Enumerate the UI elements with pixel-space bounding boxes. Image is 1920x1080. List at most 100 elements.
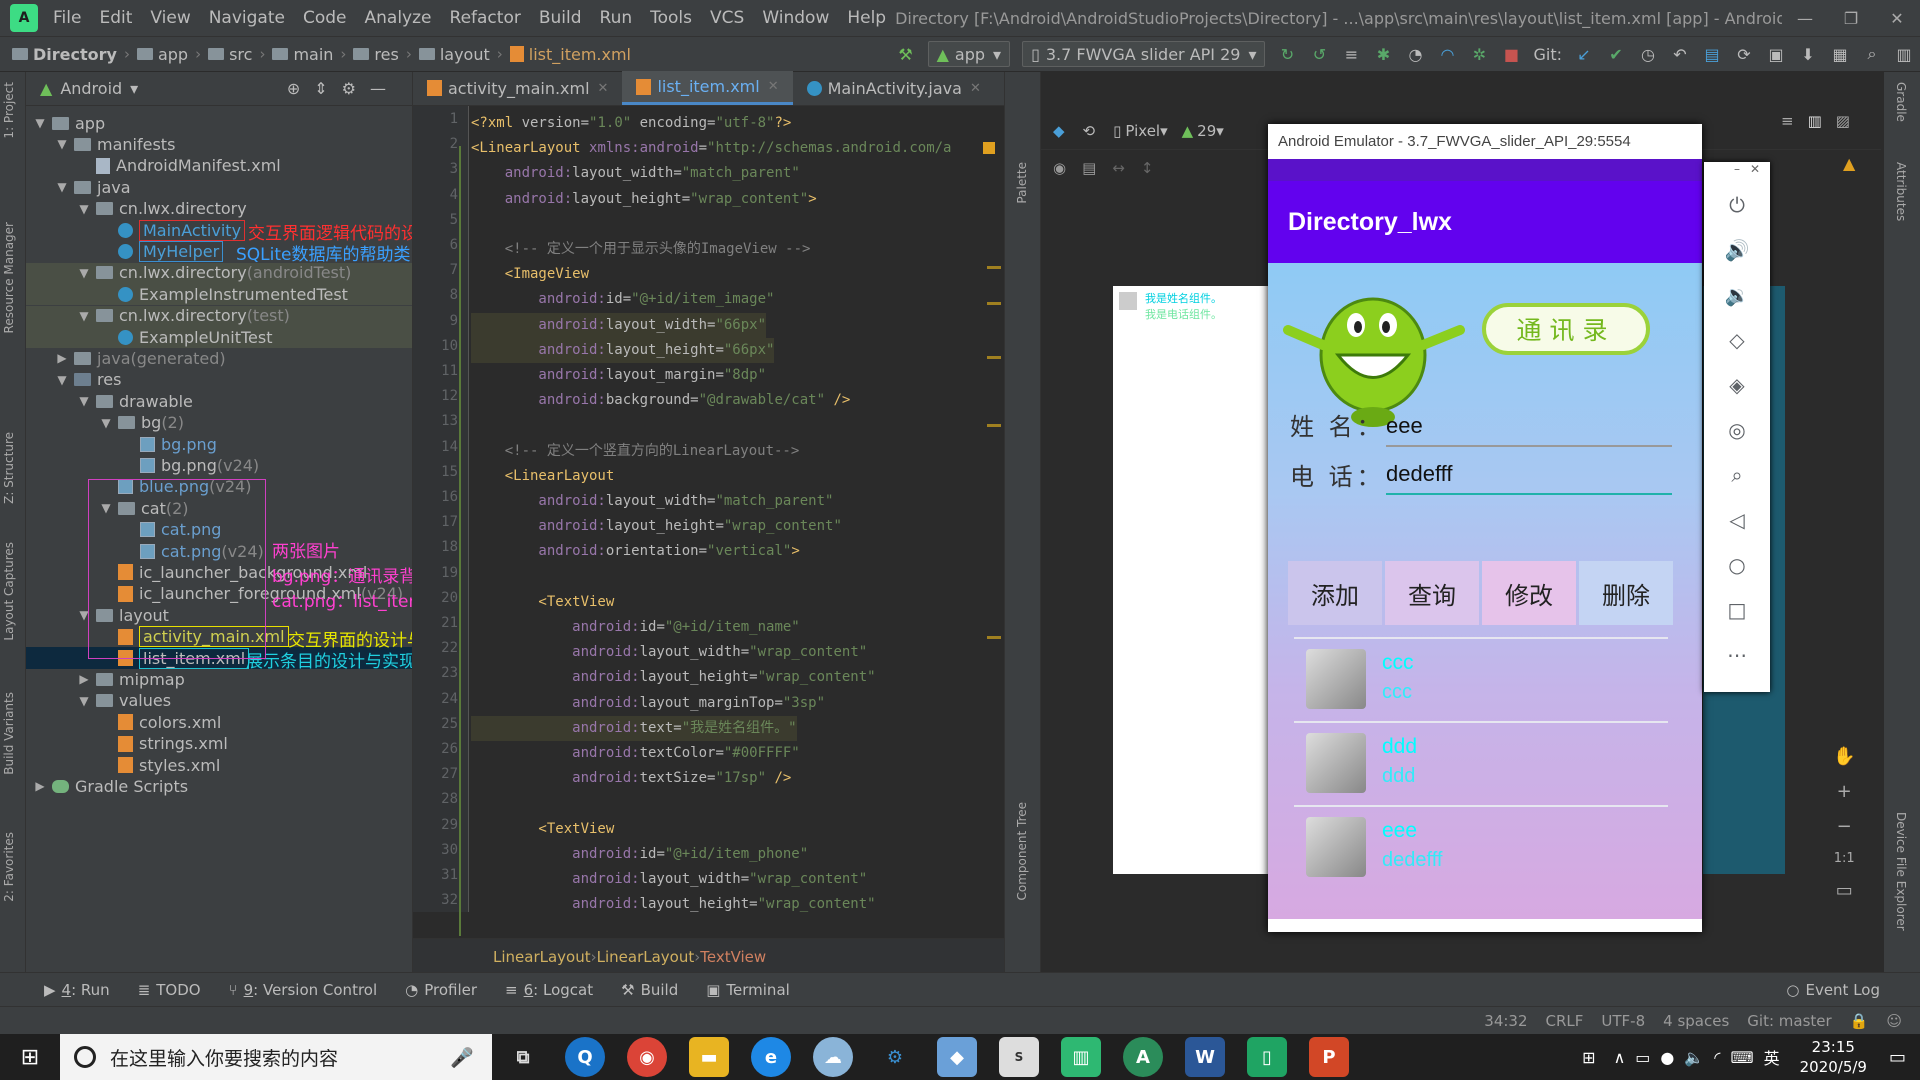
code-line[interactable]: android:layout_height="wrap_content" (471, 514, 841, 539)
zoom-actual-icon[interactable]: 1:1 (1834, 851, 1855, 866)
tab-MainActivity-java[interactable]: MainActivity.java ✕ (793, 71, 995, 105)
tab-list_item-xml[interactable]: list_item.xml ✕ (622, 71, 793, 105)
settings-icon[interactable]: ▥ (1893, 43, 1915, 65)
update-button[interactable]: 修改 (1482, 561, 1576, 625)
project-structure-icon[interactable]: ▤ (1701, 43, 1723, 65)
code-line[interactable]: android:layout_height="wrap_content" (471, 665, 875, 690)
line-separator[interactable]: CRLF (1546, 1012, 1584, 1030)
home-icon[interactable]: ○ (1719, 542, 1755, 587)
rotate-right-icon[interactable]: ◈ (1719, 362, 1755, 407)
menu-file[interactable]: File (44, 8, 90, 28)
code-line[interactable]: android:layout_height="wrap_content" (471, 892, 875, 912)
editor-breadcrumb-item[interactable]: TextView (700, 948, 766, 966)
code-line[interactable]: android:text="我是姓名组件。" (471, 715, 797, 741)
phone-input[interactable]: dedefff (1386, 461, 1672, 495)
qq-icon[interactable]: ● (1660, 1048, 1674, 1067)
pan-hand-icon[interactable]: ✋ (1833, 746, 1855, 767)
warning-icon[interactable]: ▲ (1843, 154, 1855, 173)
avd-manager-icon[interactable]: ▣ (1765, 43, 1787, 65)
code-line[interactable]: android:id="@+id/item_name" (471, 615, 800, 640)
network-icon[interactable]: ◜ (1714, 1048, 1720, 1067)
expanded-arrow-icon[interactable]: ▼ (32, 116, 48, 130)
caret-position[interactable]: 34:32 (1484, 1012, 1527, 1030)
expanded-arrow-icon[interactable]: ▼ (76, 202, 92, 216)
expanded-arrow-icon[interactable]: ▼ (76, 694, 92, 708)
breadcrumb-item[interactable]: list_item.xml (506, 45, 635, 64)
layout-inspector-icon[interactable]: ▦ (1829, 43, 1851, 65)
resize-horizontal-icon[interactable]: ↔ (1112, 159, 1125, 177)
split-view-icon[interactable]: ▥ (1808, 112, 1822, 130)
chrome-app-icon[interactable]: ◉ (627, 1037, 667, 1077)
ime-indicator[interactable]: 英 (1764, 1045, 1780, 1069)
project-view-selector[interactable]: Android (60, 79, 122, 98)
volume-up-icon[interactable]: 🔊 (1719, 227, 1755, 272)
device-combo[interactable]: ▯ 3.7 FWVGA slider API 29 ▾ (1022, 41, 1266, 67)
menu-navigate[interactable]: Navigate (200, 8, 294, 28)
contact-list-item[interactable]: eee dedefff (1298, 807, 1668, 887)
sogou-app-icon[interactable]: S (999, 1037, 1039, 1077)
bottom-tab-6[interactable]: ▣ Terminal (692, 981, 804, 999)
left-tab-4[interactable]: Build Variants (2, 692, 16, 775)
code-line[interactable]: android:layout_width="wrap_content" (471, 640, 867, 665)
close-icon[interactable]: ✕ (1874, 9, 1920, 28)
breadcrumb-item[interactable]: app (133, 45, 192, 64)
hide-icon[interactable]: — (370, 79, 400, 98)
locate-icon[interactable]: ⊕ (287, 79, 314, 98)
menu-analyze[interactable]: Analyze (356, 8, 441, 28)
microphone-icon[interactable]: 🎤 (450, 1046, 474, 1069)
attributes-tab[interactable]: Attributes (1894, 162, 1908, 221)
git-commit-icon[interactable]: ✔ (1605, 43, 1627, 65)
event-log-tab[interactable]: Event Log (1805, 981, 1880, 999)
coverage-icon[interactable]: ≡ (1340, 43, 1362, 65)
editor-breadcrumb-item[interactable]: LinearLayout (493, 948, 591, 966)
git-update-icon[interactable]: ↙ (1573, 43, 1595, 65)
menu-vcs[interactable]: VCS (701, 8, 753, 28)
left-tab-0[interactable]: 1: Project (2, 82, 16, 139)
task-view-icon[interactable]: ⧉ (503, 1037, 543, 1077)
sync-gradle-icon[interactable]: ⟳ (1733, 43, 1755, 65)
taskbar-search[interactable]: 在这里输入你要搜索的内容 🎤 (60, 1034, 492, 1080)
overview-icon[interactable]: □ (1719, 587, 1755, 632)
resize-vertical-icon[interactable]: ↕ (1141, 159, 1154, 177)
run-config-combo[interactable]: ▲ app ▾ (927, 41, 1011, 67)
menu-view[interactable]: View (141, 8, 199, 28)
code-line[interactable]: android:background="@drawable/cat" /> (471, 388, 850, 413)
code-line[interactable]: android:layout_marginTop="3sp" (471, 691, 825, 716)
api-selector[interactable]: 29 (1197, 122, 1216, 140)
power-icon[interactable]: ⏻ (1719, 182, 1755, 227)
debug-attach-icon[interactable]: ✲ (1468, 43, 1490, 65)
code-line[interactable]: android:id="@+id/item_image" (471, 287, 774, 312)
installer-app-icon[interactable]: ◆ (937, 1037, 977, 1077)
code-line[interactable]: android:textColor="#00FFFF" (471, 741, 800, 766)
word-app-icon[interactable]: W (1185, 1037, 1225, 1077)
debug-icon[interactable]: ✱ (1372, 43, 1394, 65)
breadcrumb-item[interactable]: src (204, 45, 256, 64)
contact-list-item[interactable]: ddd ddd (1298, 723, 1668, 803)
breadcrumb-item[interactable]: main (268, 45, 337, 64)
delete-button[interactable]: 删除 (1579, 561, 1673, 625)
sdk-manager-icon[interactable]: ⬇ (1797, 43, 1819, 65)
sheets-app-icon[interactable]: ▯ (1247, 1037, 1287, 1077)
chevron-down-icon[interactable]: ▾ (130, 79, 138, 98)
expanded-arrow-icon[interactable]: ▼ (54, 373, 70, 387)
close-tab-icon[interactable]: ✕ (970, 81, 981, 96)
indent-setting[interactable]: 4 spaces (1663, 1012, 1729, 1030)
query-button[interactable]: 查询 (1385, 561, 1479, 625)
left-tab-3[interactable]: Layout Captures (2, 542, 16, 641)
search-icon[interactable]: ⌕ (1861, 43, 1883, 65)
expanded-arrow-icon[interactable]: ▼ (98, 416, 114, 430)
close-tab-icon[interactable]: ✕ (598, 81, 609, 96)
profile-icon[interactable]: ◔ (1404, 43, 1426, 65)
code-line[interactable]: android:layout_height="66px" (471, 337, 775, 363)
windows-start-icon[interactable]: ⊞ (0, 1045, 60, 1070)
collapsed-arrow-icon[interactable]: ▶ (76, 672, 92, 686)
eye-icon[interactable]: ◉ (1053, 159, 1066, 177)
menu-refactor[interactable]: Refactor (441, 8, 530, 28)
layers-icon[interactable]: ◆ (1053, 122, 1065, 140)
device-selector[interactable]: Pixel (1125, 122, 1160, 140)
bottom-tab-1[interactable]: ≣ TODO (124, 981, 215, 999)
device-file-explorer-tab[interactable]: Device File Explorer (1894, 812, 1908, 931)
menu-window[interactable]: Window (753, 8, 838, 28)
git-rollback-icon[interactable]: ↶ (1669, 43, 1691, 65)
volume-down-icon[interactable]: 🔉 (1719, 272, 1755, 317)
